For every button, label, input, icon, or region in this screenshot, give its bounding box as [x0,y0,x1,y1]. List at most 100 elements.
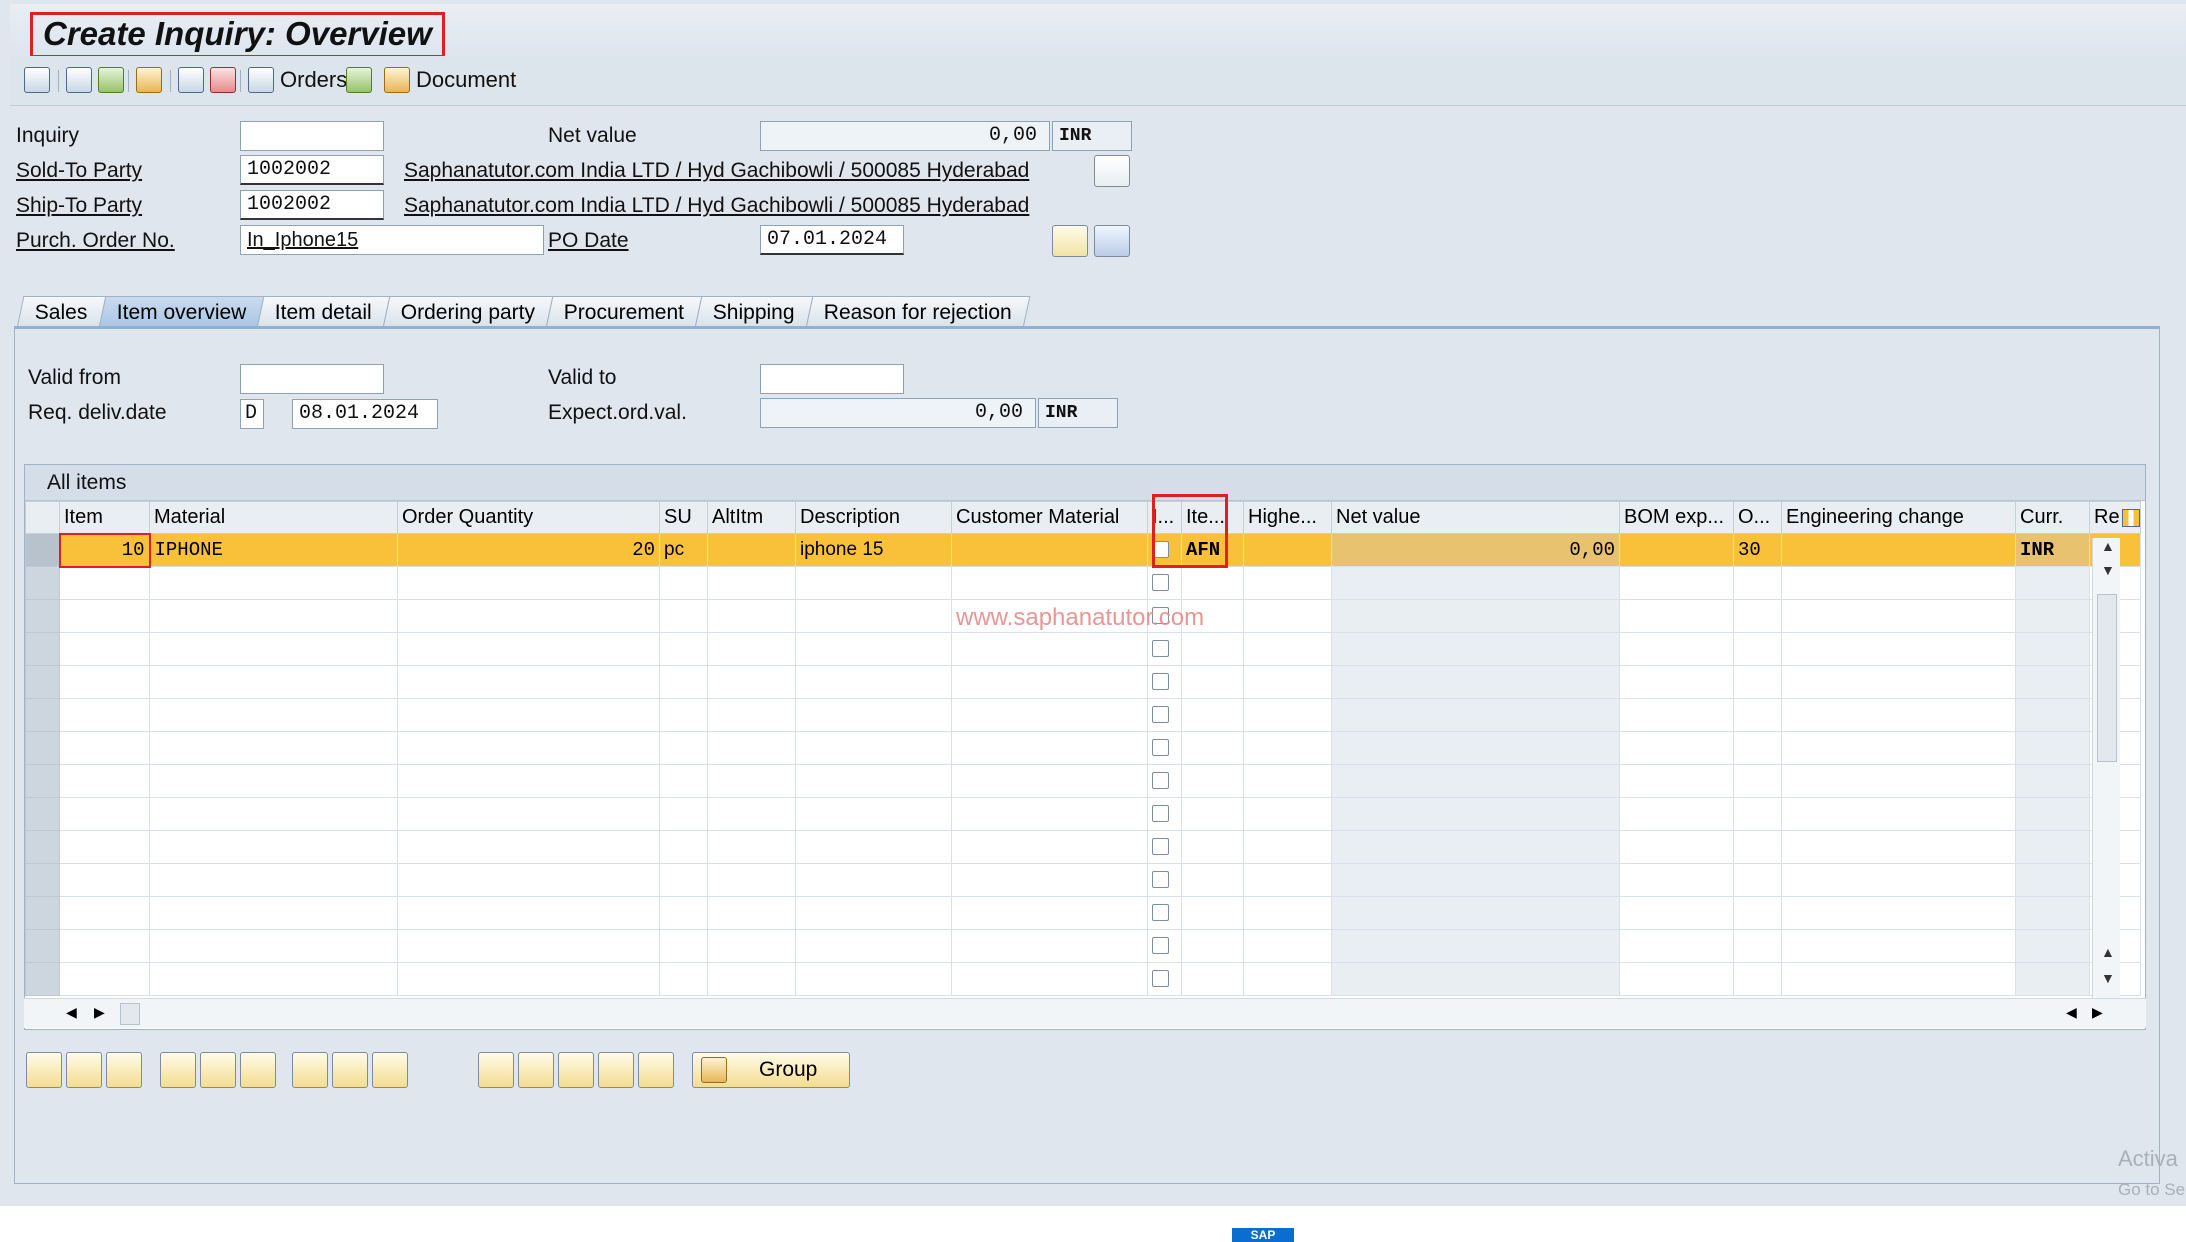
availability-icon[interactable] [518,1052,554,1088]
table-cell[interactable] [1619,698,1734,732]
scroll-page-down-icon[interactable]: ▼ [2101,970,2115,986]
table-cell[interactable] [1147,632,1182,666]
table-cell[interactable] [1181,632,1244,666]
table-cell[interactable] [1243,929,1332,963]
table-cell[interactable] [951,929,1148,963]
table-cell[interactable] [1619,665,1734,699]
row-checkbox[interactable] [1152,706,1169,724]
table-cell[interactable] [795,962,952,996]
sort-icon[interactable] [638,1052,674,1088]
table-cell[interactable] [1147,665,1182,699]
table-cell[interactable] [1781,863,2016,897]
table-cell[interactable] [1147,929,1182,963]
table-cell[interactable] [1733,962,1782,996]
table-cell[interactable] [59,863,150,897]
table-cell[interactable] [149,863,398,897]
table-cell[interactable] [1243,566,1332,600]
req-deliv-date-field[interactable]: 08.01.2024 [292,399,438,429]
table-cell[interactable] [659,863,708,897]
table-cell[interactable] [1619,566,1734,600]
table-cell[interactable] [1243,764,1332,798]
sold-to-label[interactable]: Sold-To Party [16,157,142,185]
edit-icon[interactable] [558,1052,594,1088]
table-cell[interactable] [1147,863,1182,897]
scroll-right-icon[interactable]: ▶ [94,1004,105,1021]
reject-icon[interactable] [210,67,236,93]
table-cell[interactable] [1619,764,1734,798]
ship-to-description[interactable]: Saphanatutor.com India LTD / Hyd Gachibo… [404,192,1029,220]
col-net-value[interactable]: Net value [1331,501,1620,534]
tab-ordering-party[interactable]: Ordering party [382,296,554,328]
po-number-field[interactable]: In_Iphone15 [240,225,544,255]
table-row[interactable] [25,962,2141,996]
sold-to-description[interactable]: Saphanatutor.com India LTD / Hyd Gachibo… [404,157,1029,185]
ship-to-field[interactable]: 1002002 [240,190,384,220]
table-cell[interactable] [1243,830,1332,864]
cell-engineering-change[interactable] [1781,533,2016,567]
table-cell[interactable] [1243,863,1332,897]
horizontal-scrollbar[interactable]: ◀ ▶ ◀ ▶ [24,998,2146,1028]
table-cell[interactable] [1781,731,2016,765]
insert-row-icon[interactable] [66,1052,102,1088]
table-row[interactable] [25,797,2141,831]
row-selector[interactable] [25,962,60,996]
table-cell[interactable] [1181,896,1244,930]
table-row[interactable] [25,698,2141,732]
table-cell[interactable] [1733,764,1782,798]
table-cell[interactable] [1181,764,1244,798]
table-cell[interactable] [59,731,150,765]
table-cell[interactable] [149,632,398,666]
table-cell[interactable] [1733,863,1782,897]
document-button[interactable]: Document [416,67,516,93]
table-row[interactable] [25,566,2141,600]
table-cell[interactable] [1781,830,2016,864]
table-cell[interactable] [1181,665,1244,699]
col-bom-exp[interactable]: BOM exp... [1619,501,1734,534]
tab-shipping[interactable]: Shipping [695,296,814,328]
document-icon[interactable] [1094,155,1130,187]
row-selector[interactable] [25,533,60,567]
tab-reason-for-rejection[interactable]: Reason for rejection [805,296,1031,328]
table-row[interactable] [25,863,2141,897]
table-row[interactable] [25,632,2141,666]
table-cell[interactable] [1733,830,1782,864]
table-cell[interactable] [149,566,398,600]
scroll-left-end-icon[interactable]: ◀ [2066,1004,2077,1021]
row-checkbox[interactable] [1152,772,1169,790]
table-cell[interactable] [1147,731,1182,765]
delete-row-icon[interactable] [106,1052,142,1088]
col-altitm[interactable]: AltItm [707,501,796,534]
po-number-label[interactable]: Purch. Order No. [16,227,175,255]
col-material[interactable]: Material [149,501,398,534]
tab-sales[interactable]: Sales [16,296,106,328]
table-cell[interactable] [1781,764,2016,798]
table-cell[interactable] [1781,566,2016,600]
table-cell[interactable] [1781,698,2016,732]
cell-o[interactable]: 30 [1733,533,1782,567]
table-cell[interactable] [1619,896,1734,930]
table-cell[interactable] [951,566,1148,600]
col-re[interactable]: Re [2089,501,2141,534]
col-item[interactable]: Item [59,501,150,534]
table-cell[interactable] [397,698,660,732]
table-cell[interactable] [59,566,150,600]
table-cell[interactable] [1147,962,1182,996]
table-cell[interactable] [1733,599,1782,633]
header-details-icon[interactable] [66,67,92,93]
table-cell[interactable] [1181,830,1244,864]
table-cell[interactable] [1181,797,1244,831]
table-cell[interactable] [659,566,708,600]
sigma-icon[interactable] [346,67,372,93]
table-cell[interactable] [59,962,150,996]
table-cell[interactable] [1181,929,1244,963]
cell-order-quantity[interactable]: 20 [397,533,660,567]
scroll-down-icon[interactable]: ▼ [2101,562,2115,578]
row-selector[interactable] [25,896,60,930]
table-cell[interactable] [707,764,796,798]
table-cell[interactable] [659,962,708,996]
table-cell[interactable] [1619,632,1734,666]
row-selector[interactable] [25,566,60,600]
select-all-cell[interactable] [25,501,60,534]
table-cell[interactable] [1181,566,1244,600]
table-row[interactable] [25,896,2141,930]
